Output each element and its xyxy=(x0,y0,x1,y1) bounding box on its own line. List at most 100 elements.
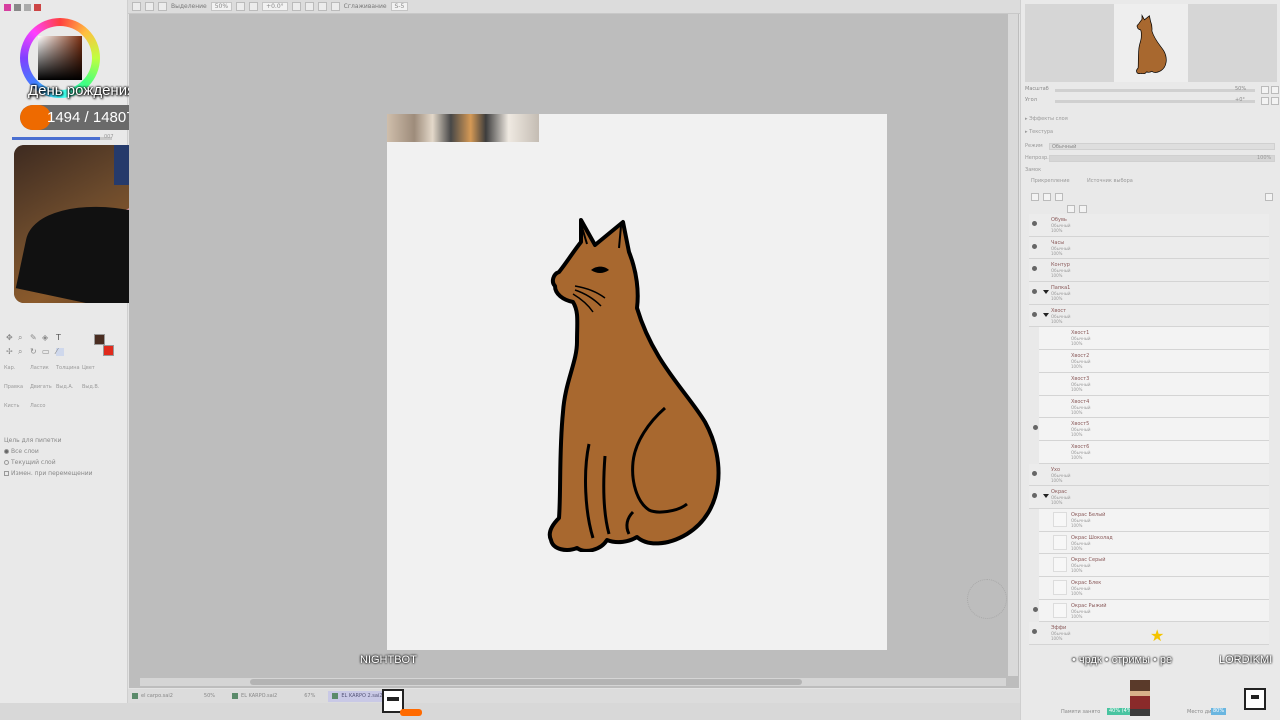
visibility-eye-icon[interactable] xyxy=(1033,606,1038,612)
new-canvas-button[interactable] xyxy=(132,2,141,11)
rotation-field[interactable]: +0.0° xyxy=(262,2,288,11)
visibility-eye-icon[interactable] xyxy=(1033,425,1038,431)
canvas-area[interactable] xyxy=(129,14,1019,688)
folder-expand-icon[interactable] xyxy=(1043,312,1049,317)
rotate-tool-icon[interactable]: ↻ xyxy=(30,348,38,356)
layer-item[interactable]: Хвост5 Обычный 100% xyxy=(1033,418,1269,441)
folder-expand-icon[interactable] xyxy=(1043,290,1049,295)
target-option-current-layer[interactable]: Текущий слой xyxy=(4,459,120,466)
layer-folder[interactable]: Папка1 Обычный 100% xyxy=(1029,282,1269,305)
tool-label-select-a[interactable]: Выд.А. xyxy=(56,384,73,390)
layer-item[interactable]: Хвост3 Обычный 100% xyxy=(1039,372,1269,396)
visibility-eye-icon[interactable] xyxy=(1032,493,1037,499)
zoom-reset-button[interactable] xyxy=(1261,86,1269,94)
layer-item[interactable]: Хвост2 Обычный 100% xyxy=(1039,350,1269,373)
text-tool-icon[interactable]: T xyxy=(56,334,64,342)
layer-item[interactable]: Эффи Обычный 100% xyxy=(1029,622,1269,646)
zoom-fit-button[interactable] xyxy=(1271,86,1279,94)
tool-label-color[interactable]: Цвет xyxy=(82,365,95,371)
clipping-checkbox[interactable]: Прикрепление xyxy=(1031,178,1070,184)
layer-folder[interactable]: Окрас Обычный 100% xyxy=(1029,486,1269,509)
texture-toggle[interactable]: ▸ Текстура xyxy=(1025,129,1053,135)
tool-label-edit[interactable]: Правка xyxy=(4,384,23,390)
magnify-icon[interactable]: ⌕ xyxy=(18,348,26,356)
layer-item[interactable]: Контур Обычный 100% xyxy=(1029,259,1269,283)
zoom-in-button[interactable] xyxy=(249,2,259,11)
hsv-tab-icon[interactable] xyxy=(24,4,31,11)
hand-icon[interactable]: ✥ xyxy=(6,334,14,342)
drawing-canvas[interactable] xyxy=(387,114,1007,650)
swatch-tab-icon[interactable] xyxy=(34,4,41,11)
visibility-eye-icon[interactable] xyxy=(1032,470,1037,476)
merge-layer-button[interactable] xyxy=(1067,205,1075,213)
mix-option[interactable]: Измен. при перемещении xyxy=(4,470,120,477)
tool-label-pencil[interactable]: Кар. xyxy=(4,365,15,371)
zoom-out-button[interactable] xyxy=(236,2,246,11)
tool-label-lasso[interactable]: Лассо xyxy=(30,403,45,409)
visibility-eye-icon[interactable] xyxy=(1032,243,1037,249)
navigator-angle-slider[interactable] xyxy=(1055,100,1255,103)
eyedropper-tool-icon[interactable]: ⁄ xyxy=(56,348,64,356)
eraser-tool-icon[interactable]: ▭ xyxy=(42,348,50,356)
tool-label-thickness[interactable]: Толщина xyxy=(56,365,80,371)
brush-size-slider[interactable] xyxy=(12,137,112,140)
move-tool-icon[interactable]: ✢ xyxy=(6,348,14,356)
new-vector-layer-button[interactable] xyxy=(1043,193,1051,201)
layer-menu-button[interactable] xyxy=(1265,193,1273,201)
flip-button[interactable] xyxy=(330,2,340,11)
layer-effects-toggle[interactable]: ▸ Эффекты слоя xyxy=(1025,116,1068,122)
horizontal-scrollbar-thumb[interactable] xyxy=(250,679,802,685)
tool-label-select-b[interactable]: Выд.В. xyxy=(82,384,99,390)
visibility-eye-icon[interactable] xyxy=(1032,311,1037,317)
layer-item[interactable]: Ухо Обычный 100% xyxy=(1029,463,1269,487)
blend-mode-select[interactable]: Обычный xyxy=(1049,143,1275,150)
visibility-eye-icon[interactable] xyxy=(1032,629,1037,635)
visibility-eye-icon[interactable] xyxy=(1032,221,1037,226)
navigator-preview[interactable] xyxy=(1025,4,1277,82)
select-tool-button[interactable] xyxy=(145,2,154,11)
delete-layer-button[interactable] xyxy=(1079,205,1087,213)
angle-flip-button[interactable] xyxy=(1271,97,1279,105)
deselect-button[interactable] xyxy=(158,2,167,11)
background-color-swatch[interactable] xyxy=(103,345,114,356)
layer-item[interactable]: Окрас Серый Обычный 100% xyxy=(1039,554,1269,577)
folder-expand-icon[interactable] xyxy=(1043,494,1049,499)
fill-tool-icon[interactable]: ◈ xyxy=(42,334,50,342)
layer-item[interactable]: Окрас Белый Обычный 100% xyxy=(1039,508,1269,532)
navigator-zoom-slider[interactable] xyxy=(1055,89,1255,92)
foreground-color-swatch[interactable] xyxy=(94,334,105,345)
tool-label-move[interactable]: Двигать xyxy=(30,384,52,390)
rgb-tab-icon[interactable] xyxy=(14,4,21,11)
horizontal-scrollbar[interactable] xyxy=(140,678,1006,686)
rotate-left-button[interactable] xyxy=(291,2,301,11)
layer-item[interactable]: Хвост1 Обычный 100% xyxy=(1039,327,1269,351)
layer-item[interactable]: Окрас Блек Обычный 100% xyxy=(1039,577,1269,600)
layer-item[interactable]: Окрас Шоколад Обычный 100% xyxy=(1039,531,1269,555)
color-wheel-tab-icon[interactable] xyxy=(4,4,11,11)
target-option-all-layers[interactable]: Все слои xyxy=(4,448,120,455)
angle-reset-button[interactable] xyxy=(1261,97,1269,105)
pen-tool-icon[interactable]: ✎ xyxy=(30,334,38,342)
stabilizer-field[interactable]: S-5 xyxy=(390,2,409,11)
zoom-tool-icon[interactable]: ⌕ xyxy=(18,334,26,342)
opacity-slider[interactable] xyxy=(1049,155,1275,162)
rotate-right-button[interactable] xyxy=(317,2,327,11)
zoom-field[interactable]: 50% xyxy=(210,2,233,11)
file-tab-active[interactable]: EL KARPO 2.sai2 xyxy=(328,690,387,702)
layer-folder[interactable]: Хвост Обычный 100% xyxy=(1029,304,1269,328)
visibility-eye-icon[interactable] xyxy=(1032,289,1037,295)
layer-item[interactable]: Хвост4 Обычный 100% xyxy=(1039,395,1269,419)
vertical-scrollbar[interactable] xyxy=(1008,14,1018,676)
file-tab[interactable]: el carpo.sai2 50% xyxy=(128,691,222,702)
layer-item[interactable]: Окрас Рыжий Обычный 100% xyxy=(1033,599,1269,623)
new-layer-button[interactable] xyxy=(1031,193,1039,201)
rotate-reset-button[interactable] xyxy=(304,2,314,11)
file-tab[interactable]: EL KARPO.sai2 67% xyxy=(228,691,322,702)
visibility-eye-icon[interactable] xyxy=(1032,266,1037,272)
layer-item[interactable]: Обувь Обычный 100% xyxy=(1029,214,1269,237)
color-saturation-square[interactable] xyxy=(38,36,82,80)
layer-item[interactable]: Часы Обычный 100% xyxy=(1029,236,1269,260)
layer-item[interactable]: Хвост6 Обычный 100% xyxy=(1039,440,1269,464)
new-folder-button[interactable] xyxy=(1055,193,1063,201)
selection-source-checkbox[interactable]: Источник выбора xyxy=(1087,178,1133,184)
